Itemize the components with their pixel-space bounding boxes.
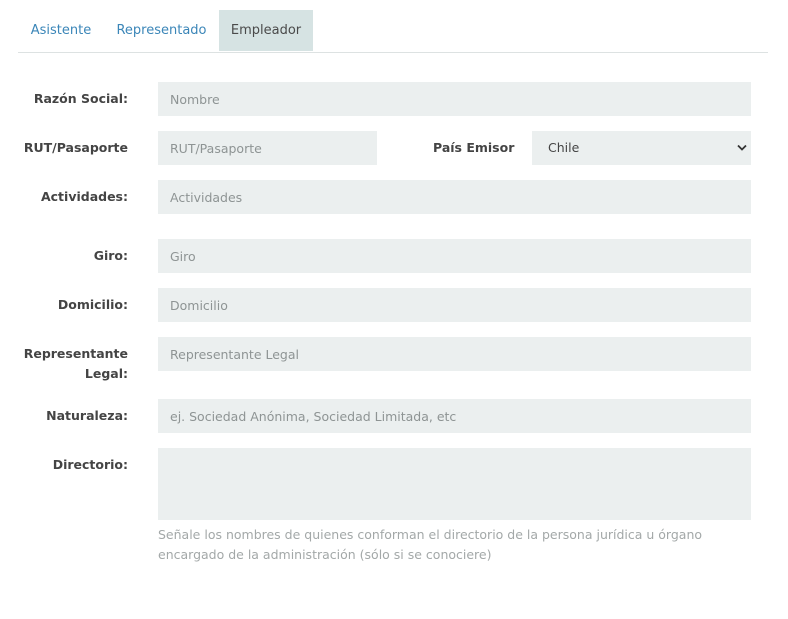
razon-social-label: Razón Social: [33, 91, 128, 106]
naturaleza-label: Naturaleza: [46, 408, 128, 423]
domicilio-input[interactable] [158, 288, 751, 322]
domicilio-label: Domicilio: [57, 297, 128, 312]
representante-input[interactable] [158, 337, 751, 371]
razon-social-input[interactable] [158, 82, 751, 116]
pais-emisor-value: Chile [548, 140, 580, 155]
chevron-down-icon [737, 144, 747, 151]
actividades-input[interactable] [158, 180, 751, 214]
directorio-label: Directorio: [52, 457, 128, 472]
naturaleza-input[interactable] [158, 399, 751, 433]
tab-representado[interactable]: Representado [104, 10, 219, 51]
rut-label: RUT/Pasaporte [23, 140, 128, 155]
tab-bar: Asistente Representado Empleador [18, 10, 768, 53]
representante-label: Representante Legal: [23, 346, 128, 381]
tab-empleador[interactable]: Empleador [219, 10, 313, 51]
rut-input[interactable] [158, 131, 377, 165]
giro-label: Giro: [93, 248, 128, 263]
tab-asistente[interactable]: Asistente [18, 10, 104, 51]
directorio-textarea[interactable] [158, 448, 751, 520]
directorio-help-text: Señale los nombres de quienes conforman … [158, 527, 703, 562]
giro-input[interactable] [158, 239, 751, 273]
pais-emisor-label: País Emisor [433, 140, 515, 155]
pais-emisor-select[interactable]: Chile [532, 131, 751, 165]
actividades-label: Actividades: [40, 189, 128, 204]
